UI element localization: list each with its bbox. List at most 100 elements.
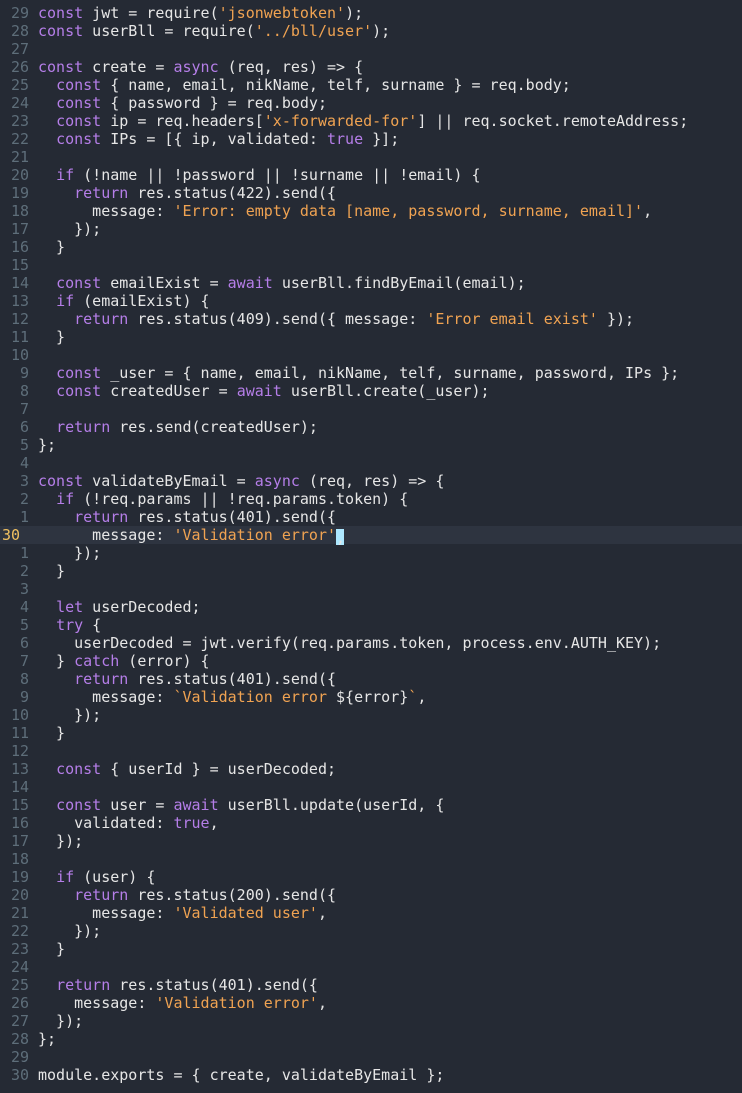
code-token: , (317, 994, 327, 1012)
line-number: 23 (10, 112, 29, 130)
code-line[interactable]: 9 const _user = { name, email, nikName, … (0, 364, 742, 382)
code-line[interactable]: 26 message: 'Validation error', (0, 994, 742, 1012)
code-token: message: (38, 526, 174, 544)
line-number: 28 (10, 22, 29, 40)
code-line[interactable]: 12 return res.status(409).send({ message… (0, 310, 742, 328)
code-line[interactable]: 5 try { (0, 616, 742, 634)
code-line[interactable]: 1 }); (0, 544, 742, 562)
code-line[interactable]: 18 (0, 850, 742, 868)
line-number: 9 (19, 364, 29, 382)
code-line[interactable]: 12 (0, 742, 742, 760)
code-line[interactable]: 5}; (0, 436, 742, 454)
keyword-token: if (56, 868, 75, 886)
code-line[interactable]: 24 (0, 958, 742, 976)
code-line[interactable]: 10 }); (0, 706, 742, 724)
code-text: }); (38, 220, 101, 238)
code-line[interactable]: 6 userDecoded = jwt.verify(req.params.to… (0, 634, 742, 652)
code-line[interactable]: 13 if (emailExist) { (0, 292, 742, 310)
string-token: '../bll/user' (254, 22, 373, 40)
code-line[interactable]: 22 }); (0, 922, 742, 940)
code-token: message: (38, 994, 156, 1012)
code-text: message: 'Validated user', (38, 904, 327, 922)
code-line[interactable]: 28}; (0, 1030, 742, 1048)
code-line[interactable]: 17 }); (0, 220, 742, 238)
code-text: }; (38, 1030, 56, 1048)
code-line[interactable]: 16 validated: true, (0, 814, 742, 832)
code-line[interactable]: 29 const jwt = require('jsonwebtoken'); (0, 4, 742, 22)
line-number: 20 (10, 886, 29, 904)
code-line[interactable]: 25 const { name, email, nikName, telf, s… (0, 76, 742, 94)
code-line[interactable]: 23 } (0, 940, 742, 958)
code-line[interactable]: 7 } catch (error) { (0, 652, 742, 670)
code-line[interactable]: 19 if (user) { (0, 868, 742, 886)
code-line[interactable]: 28 const userBll = require('../bll/user')… (0, 22, 742, 40)
code-line-current[interactable]: 30 message: 'Validation error', (0, 526, 742, 547)
code-line[interactable]: 8 const createdUser = await userBll.crea… (0, 382, 742, 400)
code-line[interactable]: 9 message: `Validation error ${error}`, (0, 688, 742, 706)
keyword-token: return (56, 418, 111, 436)
code-editor[interactable]: 29 const jwt = require('jsonwebtoken'); 28… (0, 0, 742, 1093)
code-line[interactable]: 20 return res.status(200).send({ (0, 886, 742, 904)
code-token: jwt = require( (83, 4, 219, 22)
code-line[interactable]: 6 return res.send(createdUser); (0, 418, 742, 436)
code-line[interactable]: 13 const { userId } = userDecoded; (0, 760, 742, 778)
code-line[interactable]: 22 const IPs = [{ ip, validated: true }]… (0, 130, 742, 148)
code-line[interactable]: 11 } (0, 328, 742, 346)
code-line[interactable]: 18 message: 'Error: empty data [name, pa… (0, 202, 742, 220)
code-line[interactable]: 7 (0, 400, 742, 418)
line-number: 14 (10, 274, 29, 292)
code-line[interactable]: 21 (0, 148, 742, 166)
code-token: }); (38, 544, 102, 562)
code-line[interactable]: 20 if (!name || !password || !surname ||… (0, 166, 742, 184)
code-line[interactable]: 3 const validateByEmail = async (req, res… (0, 472, 742, 490)
code-line[interactable]: 10 (0, 346, 742, 364)
code-line[interactable]: 24 const { password } = req.body; (0, 94, 742, 112)
code-line[interactable]: 8 return res.status(401).send({ (0, 670, 742, 688)
code-token: } (38, 652, 75, 670)
code-line[interactable]: 26 const create = async (req, res) => { (0, 58, 742, 76)
code-token: (user) { (74, 868, 156, 886)
code-line[interactable]: 15 (0, 256, 742, 274)
code-line[interactable]: 23 const ip = req.headers['x-forwarded-f… (0, 112, 742, 130)
code-text: try { (38, 616, 101, 634)
code-line[interactable]: 1 return res.status(401).send({ (0, 508, 742, 526)
code-line[interactable]: 14 const emailExist = await userBll.find… (0, 274, 742, 292)
code-token: (emailExist) { (74, 292, 210, 310)
code-token: userDecoded; (83, 598, 201, 616)
code-line[interactable]: 2 if (!req.params || !req.params.token) … (0, 490, 742, 508)
line-number: 8 (19, 382, 29, 400)
code-text: }); (38, 706, 101, 724)
code-line[interactable]: 16 } (0, 238, 742, 256)
code-line[interactable]: 19 return res.status(422).send({ (0, 184, 742, 202)
code-line[interactable]: 11 } (0, 724, 742, 742)
code-token: res.status(422).send({ (128, 184, 337, 202)
code-token: } (38, 940, 66, 958)
line-number: 6 (19, 634, 29, 652)
code-line[interactable]: 17 }); (0, 832, 742, 850)
line-number: 15 (10, 796, 29, 814)
code-line[interactable]: 21 message: 'Validated user', (0, 904, 742, 922)
line-number: 5 (19, 616, 29, 634)
code-line[interactable]: 27 }); (0, 1012, 742, 1030)
code-line[interactable]: 27 (0, 40, 742, 58)
code-line[interactable]: 30 module.exports = { create, validateByE… (0, 1066, 742, 1084)
line-number: 15 (10, 256, 29, 274)
line-number: 25 (10, 76, 29, 94)
line-number: 13 (10, 292, 29, 310)
code-line[interactable]: 29 (0, 1048, 742, 1066)
code-line[interactable]: 14 (0, 778, 742, 796)
code-line[interactable]: 3 (0, 580, 742, 598)
code-line[interactable]: 25 return res.status(401).send({ (0, 976, 742, 994)
code-line[interactable]: 4 (0, 454, 742, 472)
code-text: const { password } = req.body; (38, 94, 327, 112)
code-line[interactable]: 2 } (0, 562, 742, 580)
code-token: emailExist = (101, 274, 228, 292)
code-text: const { name, email, nikName, telf, surn… (38, 76, 571, 94)
code-line[interactable]: 15 const user = await userBll.update(use… (0, 796, 742, 814)
line-number: 16 (10, 238, 29, 256)
code-text: message: 'Validation error', (38, 994, 327, 1012)
code-line[interactable]: 4 let userDecoded; (0, 598, 742, 616)
